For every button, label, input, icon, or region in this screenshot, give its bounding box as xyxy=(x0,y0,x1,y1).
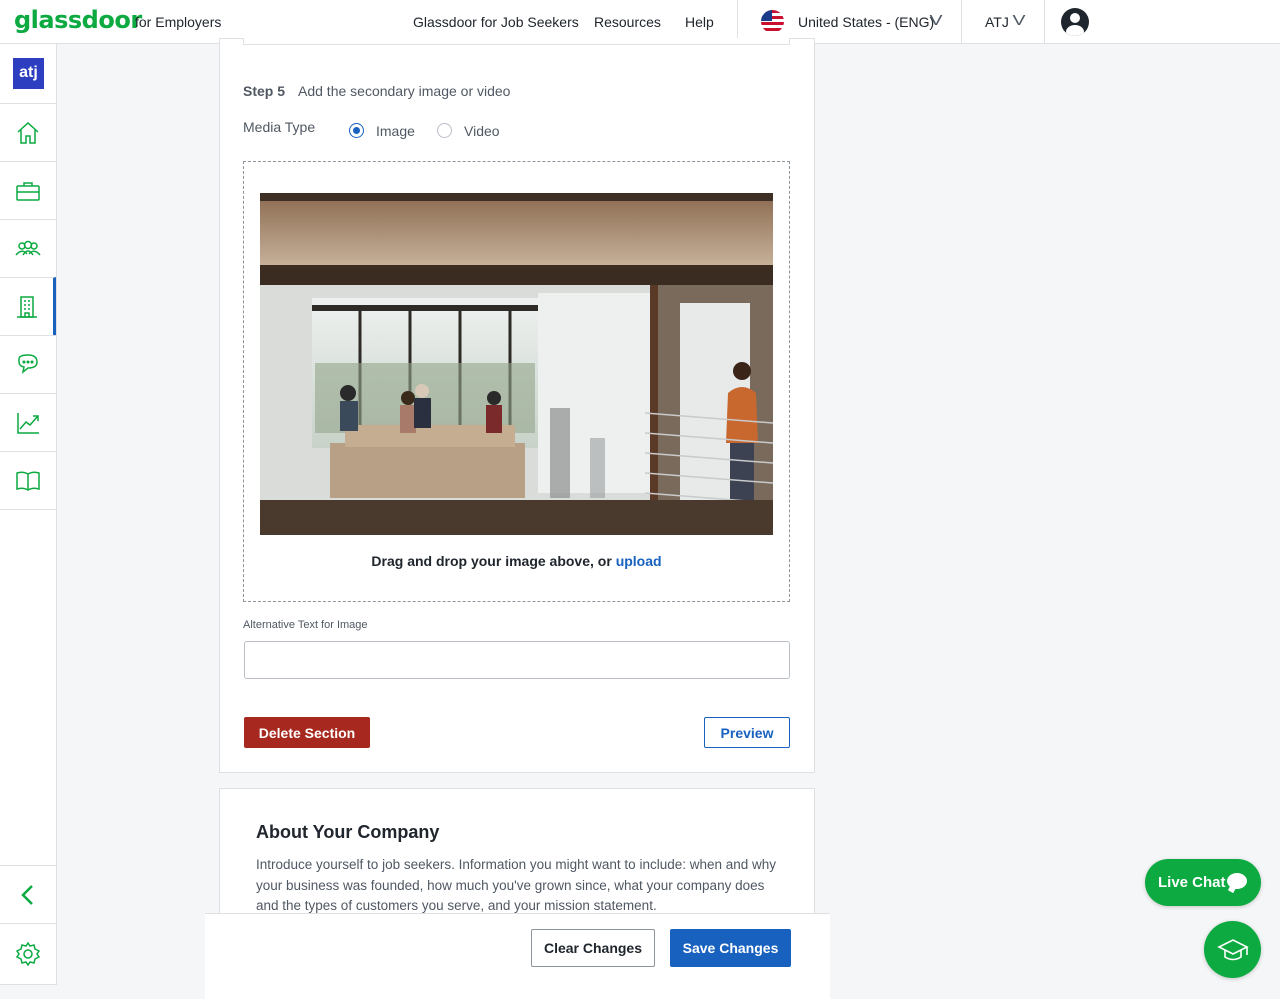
chevron-left-icon xyxy=(21,884,33,905)
book-icon xyxy=(16,470,40,491)
sidebar-item-reviews[interactable] xyxy=(0,335,56,393)
upload-link[interactable]: upload xyxy=(616,553,662,569)
locale-selector[interactable]: United States - (ENG) xyxy=(798,14,934,30)
live-chat-label: Live Chat xyxy=(1158,874,1226,891)
chart-icon xyxy=(17,412,39,434)
sidebar-collapse-button[interactable] xyxy=(0,865,56,923)
live-chat-button[interactable]: Live Chat xyxy=(1145,859,1261,906)
account-menu[interactable]: ATJ xyxy=(985,14,1009,30)
learning-center-button[interactable] xyxy=(1204,921,1261,978)
step-title: Add the secondary image or video xyxy=(298,83,511,99)
home-icon xyxy=(17,121,39,144)
logo-subtitle: for Employers xyxy=(135,14,222,30)
sidebar-item-settings[interactable] xyxy=(0,923,56,985)
sidebar-item-company[interactable] xyxy=(0,277,56,335)
nav-help[interactable]: Help xyxy=(685,14,714,30)
sidebar-item-home[interactable] xyxy=(0,103,56,161)
save-changes-button[interactable]: Save Changes xyxy=(670,929,791,967)
about-company-description: Introduce yourself to job seekers. Infor… xyxy=(256,857,777,913)
media-type-image-label[interactable]: Image xyxy=(376,123,415,139)
sidebar-divider xyxy=(0,509,56,510)
uploaded-image-preview xyxy=(260,193,773,535)
delete-section-button[interactable]: Delete Section xyxy=(244,717,370,748)
preview-button[interactable]: Preview xyxy=(704,717,790,748)
previous-field-edge xyxy=(243,38,790,45)
sidebar-item-resources[interactable] xyxy=(0,451,56,509)
sidebar: atj xyxy=(0,44,57,985)
about-company-title: About Your Company xyxy=(256,822,440,842)
sidebar-item-people[interactable] xyxy=(0,219,56,277)
us-flag-icon xyxy=(761,10,784,33)
people-icon xyxy=(15,240,41,256)
nav-job-seekers[interactable]: Glassdoor for Job Seekers xyxy=(413,14,579,30)
alt-text-label: Alternative Text for Image xyxy=(243,619,368,631)
graduation-cap-icon xyxy=(1216,938,1249,960)
dropzone-instructions: Drag and drop your image above, or uploa… xyxy=(243,553,790,569)
media-type-label: Media Type xyxy=(243,119,316,135)
office-photo xyxy=(260,193,773,535)
dropzone-text: Drag and drop your image above, or xyxy=(371,553,612,569)
chevron-down-icon[interactable]: V xyxy=(1012,12,1025,29)
sidebar-item-jobs[interactable] xyxy=(0,161,56,219)
header-divider xyxy=(1044,0,1045,44)
chevron-down-icon[interactable]: V xyxy=(929,12,942,29)
glassdoor-logo[interactable]: glassdoor xyxy=(14,6,142,34)
step-number: Step 5 xyxy=(243,83,286,99)
nav-resources[interactable]: Resources xyxy=(594,14,661,30)
company-logo[interactable]: atj xyxy=(13,58,44,89)
chat-bubbles-icon xyxy=(18,353,38,374)
media-type-image-radio[interactable] xyxy=(349,123,364,138)
gear-icon xyxy=(15,941,41,967)
media-type-video-radio[interactable] xyxy=(437,123,452,138)
user-avatar-icon[interactable] xyxy=(1061,8,1089,36)
sidebar-item-analytics[interactable] xyxy=(0,393,56,451)
briefcase-icon xyxy=(16,181,40,201)
header-divider xyxy=(961,0,962,44)
alt-text-input[interactable] xyxy=(244,641,790,679)
chat-bubble-icon xyxy=(1227,873,1247,889)
media-type-video-label[interactable]: Video xyxy=(464,123,500,139)
clear-changes-button[interactable]: Clear Changes xyxy=(531,929,655,967)
building-icon xyxy=(16,295,37,318)
